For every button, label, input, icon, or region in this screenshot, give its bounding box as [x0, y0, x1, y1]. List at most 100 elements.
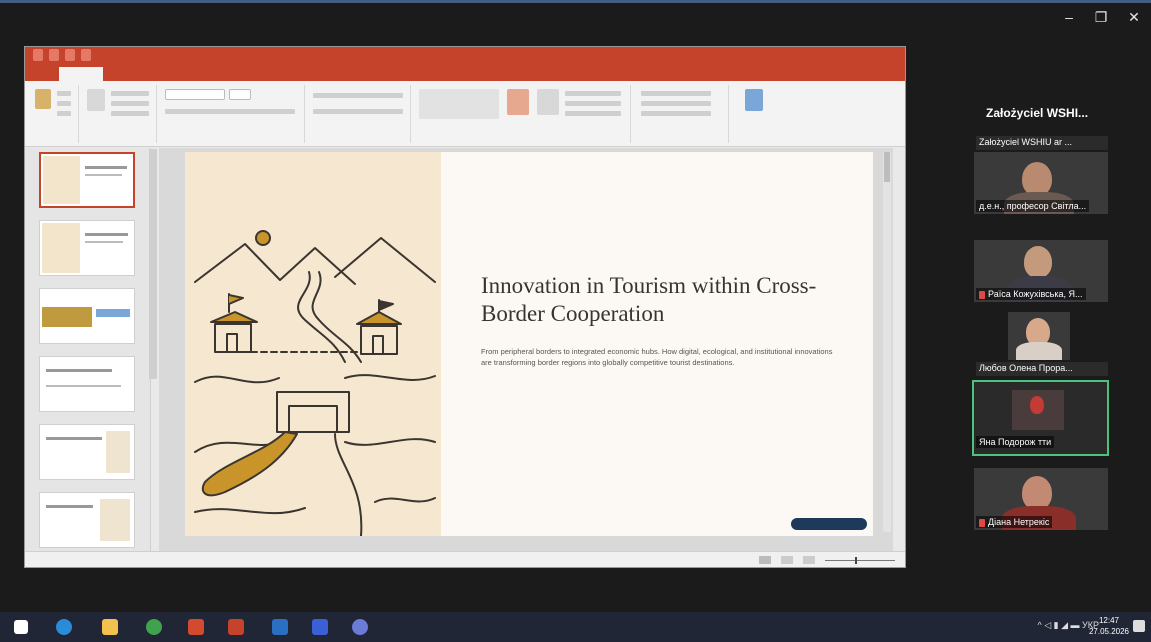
participant-name-text: д.е.н., професор Світла...: [979, 201, 1087, 211]
shapes-gallery[interactable]: [419, 89, 499, 119]
paragraph-row-2: [313, 109, 403, 114]
thumbnail-title-line: [46, 369, 112, 372]
addin-icon[interactable]: [745, 89, 763, 111]
taskbar-clock[interactable]: 12:47 27.05.2026: [1089, 615, 1129, 637]
office-icon[interactable]: [188, 619, 204, 635]
participant-face: [1022, 476, 1052, 510]
clipboard-group: [29, 85, 79, 143]
start-windows-icon[interactable]: [14, 620, 28, 634]
thumbnail-image: [100, 499, 130, 541]
paste-icon[interactable]: [35, 89, 51, 109]
mountain-border-illustration: [194, 230, 436, 536]
windows-taskbar: ^ ◁ ▮ ◢ ▬ УКР 12:47 27.05.2026: [0, 612, 1151, 642]
save-icon[interactable]: [33, 49, 43, 61]
normal-view-icon[interactable]: [759, 556, 771, 564]
close-button[interactable]: ✕: [1118, 6, 1150, 28]
tab-home[interactable]: [59, 67, 103, 81]
shared-screen-indicator: [0, 0, 1151, 3]
powerpoint-icon[interactable]: [228, 619, 244, 635]
section-control: [111, 111, 149, 116]
ppt-title-bar: [25, 47, 905, 65]
host-tile-text: Założyciel WSHIU ar ...: [979, 137, 1073, 147]
thumbnail-title-line: [46, 437, 103, 440]
addins-group: [731, 85, 781, 143]
thumbnail-title-line: [85, 166, 128, 169]
shape-effects-control: [565, 111, 621, 116]
app-green-icon[interactable]: [146, 619, 162, 635]
slide-thumbnail[interactable]: [39, 356, 135, 412]
participant-name-text: Діана Нетрекіс: [988, 517, 1050, 527]
slide-description[interactable]: From peripheral borders to integrated ec…: [481, 346, 841, 368]
screen: – ❐ ✕ Innovation in Tourism within Cross…: [0, 0, 1151, 642]
slide-thumbnail[interactable]: [39, 492, 135, 548]
zoom-slider[interactable]: [825, 556, 895, 564]
muted-mic-icon: [979, 518, 985, 527]
tray-icons: ^ ◁ ▮ ◢ ▬: [1037, 620, 1083, 630]
active-speaker-tile[interactable]: Яна Подорож тти: [972, 380, 1109, 456]
thumbnails-scrollbar[interactable]: [149, 149, 157, 379]
muted-mic-icon: [979, 290, 985, 299]
slide-scrollbar-thumb[interactable]: [884, 152, 890, 182]
find-control: [641, 91, 711, 96]
slide-scrollbar[interactable]: [883, 152, 891, 532]
slide-thumbnail[interactable]: [39, 220, 135, 276]
participant-body: [1016, 342, 1062, 360]
paragraph-row-1: [313, 93, 403, 98]
zoom-icon[interactable]: [312, 619, 328, 635]
current-slide[interactable]: Innovation in Tourism within Cross-Borde…: [185, 152, 873, 536]
slide-thumbnail[interactable]: [39, 152, 135, 208]
font-name-select[interactable]: [165, 89, 225, 100]
participant-face: [1022, 162, 1052, 196]
undo-icon[interactable]: [49, 49, 59, 61]
cut-icon: [57, 91, 71, 96]
participant-name-text: Любов Олена Прора...: [979, 363, 1073, 373]
drawing-group: [413, 85, 631, 143]
meeting-top-bar: – ❐ ✕: [0, 0, 1151, 36]
participant-tile[interactable]: [1008, 312, 1070, 360]
participant-name-text: Яна Подорож тти: [979, 437, 1052, 447]
reading-view-icon[interactable]: [803, 556, 815, 564]
shape-outline-control: [565, 101, 621, 106]
participant-face: [1030, 396, 1044, 414]
slide-illustration-panel: [185, 152, 441, 536]
font-group: [159, 85, 305, 143]
thumbnail-blue-block: [96, 309, 130, 317]
maximize-button[interactable]: ❐: [1085, 6, 1117, 28]
slide-sorter-icon[interactable]: [781, 556, 793, 564]
notifications-icon[interactable]: [1133, 620, 1145, 632]
slide-title[interactable]: Innovation in Tourism within Cross-Borde…: [481, 272, 861, 328]
shape-fill-control: [565, 91, 621, 96]
file-explorer-icon[interactable]: [102, 619, 118, 635]
edge-browser-icon[interactable]: [56, 619, 72, 635]
quick-styles-icon[interactable]: [537, 89, 559, 115]
clock-time: 12:47: [1098, 616, 1119, 625]
font-size-select[interactable]: [229, 89, 251, 100]
paragraph-group: [307, 85, 411, 143]
redo-icon[interactable]: [65, 49, 75, 61]
arrange-icon[interactable]: [507, 89, 529, 115]
word-icon[interactable]: [272, 619, 288, 635]
status-right-controls: [759, 556, 895, 564]
participant-tile[interactable]: д.е.н., професор Світла...: [974, 152, 1108, 214]
participant-tile[interactable]: Раїса Кожухівська, Я...: [974, 240, 1108, 302]
present-icon[interactable]: [81, 49, 91, 61]
thumbnail-text-line: [46, 385, 122, 387]
replace-control: [641, 101, 711, 106]
minimize-button[interactable]: –: [1053, 6, 1085, 28]
thumbnail-illustration: [42, 223, 80, 273]
chrome-icon[interactable]: [352, 619, 368, 635]
layout-control: [111, 91, 149, 96]
thumbnail-illustration: [43, 156, 80, 204]
clock-date: 27.05.2026: [1088, 627, 1129, 636]
slide-thumbnails-pane: [25, 148, 151, 551]
host-tile-label: Założyciel WSHIU ar ...: [976, 136, 1108, 150]
editing-group: [633, 85, 729, 143]
slide-thumbnail[interactable]: [39, 288, 135, 344]
slide-thumbnail[interactable]: [39, 424, 135, 480]
thumbnail-image: [106, 431, 130, 473]
participant-tile[interactable]: Діана Нетрекіс: [974, 468, 1108, 530]
participant-video: [1012, 390, 1064, 430]
quick-access-toolbar: [33, 49, 91, 61]
new-slide-icon[interactable]: [87, 89, 105, 111]
slide-canvas: Innovation in Tourism within Cross-Borde…: [159, 148, 893, 551]
